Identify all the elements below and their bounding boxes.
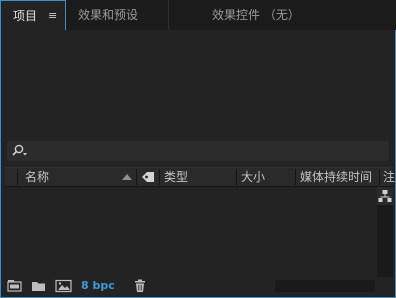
project-item-list[interactable] [5, 187, 377, 277]
flowchart-button[interactable] [377, 187, 393, 205]
horizontal-scrollbar[interactable] [275, 280, 375, 292]
column-divider [159, 169, 160, 185]
column-name[interactable]: 名称 [25, 168, 49, 186]
search-input[interactable] [31, 141, 381, 161]
project-bit-depth[interactable]: 8 bpc [81, 278, 115, 294]
project-panel: 名称 类型 大小 媒体持续时间 注 8 bpc [0, 30, 396, 298]
trash-icon[interactable] [133, 279, 147, 293]
tab-effects-presets[interactable]: 效果和预设 [78, 0, 168, 30]
panel-tab-bar: 项目 ≡ 效果和预设 效果控件 （无） [0, 0, 396, 30]
flowchart-icon [378, 190, 392, 202]
new-composition-icon[interactable] [55, 279, 73, 293]
interpret-footage-icon[interactable] [7, 279, 23, 293]
tab-project-label: 项目 [13, 9, 38, 23]
panel-menu-icon[interactable]: ≡ [48, 1, 57, 31]
label-tag-icon[interactable] [141, 171, 157, 183]
column-header-row: 名称 类型 大小 媒体持续时间 注 [5, 167, 395, 187]
tab-project[interactable]: 项目 ≡ [0, 0, 66, 30]
search-field[interactable] [7, 141, 389, 161]
column-divider [295, 169, 296, 185]
vertical-scrollbar[interactable] [377, 205, 393, 277]
preview-area [5, 30, 393, 138]
column-divider [236, 169, 237, 185]
column-size[interactable]: 大小 [241, 168, 265, 186]
column-comment[interactable]: 注 [383, 168, 395, 186]
column-divider [379, 169, 380, 185]
search-icon[interactable] [11, 143, 29, 159]
column-type[interactable]: 类型 [164, 168, 188, 186]
column-divider [136, 169, 137, 185]
new-folder-icon[interactable] [31, 279, 47, 293]
column-divider [17, 169, 18, 185]
tab-effect-controls[interactable]: 效果控件 （无） [212, 0, 372, 30]
sort-ascending-icon[interactable] [121, 172, 133, 182]
column-media-duration[interactable]: 媒体持续时间 [300, 168, 372, 186]
tab-divider [168, 0, 169, 30]
panel-footer: 8 bpc [5, 278, 393, 294]
